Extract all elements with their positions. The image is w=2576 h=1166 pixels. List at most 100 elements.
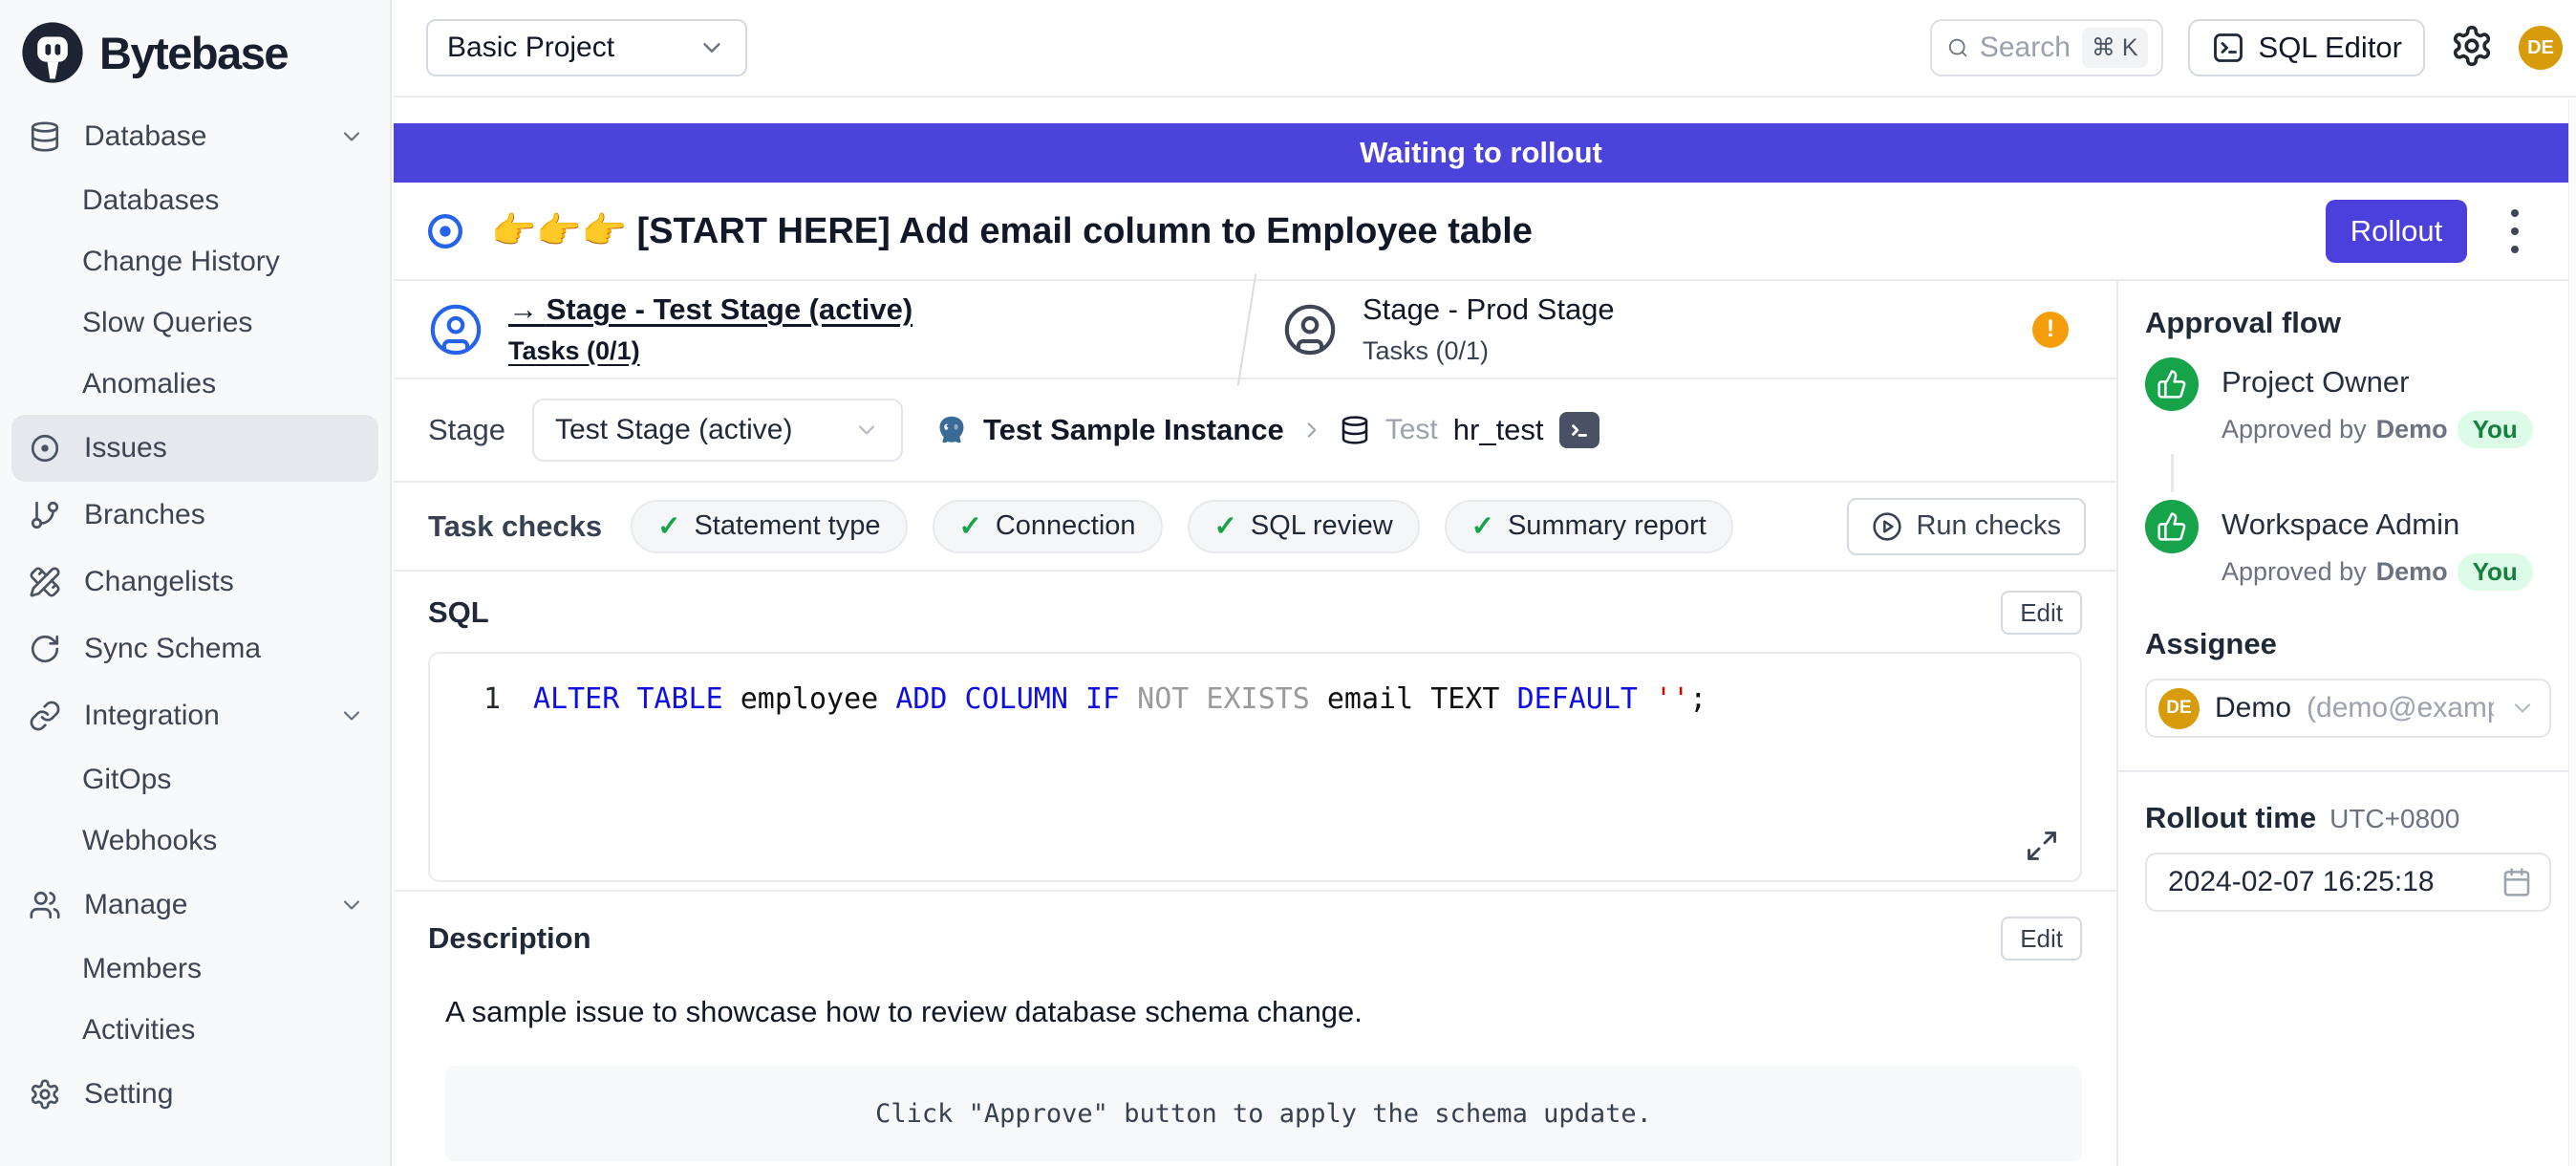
kebab-dot: [2511, 209, 2519, 217]
sidebar-item-sync-schema[interactable]: Sync Schema: [0, 615, 390, 682]
brand-name: Bytebase: [99, 27, 288, 79]
more-options-button[interactable]: [2494, 202, 2536, 261]
chevron-down-icon: [338, 892, 365, 918]
content-area: Waiting to rollout 👉👉👉 [START HERE] Add …: [394, 99, 2576, 1166]
sidebar-item-label: Database: [84, 120, 206, 153]
sql-section: SQL Edit 1ALTER TABLE employee ADD COLUM…: [394, 572, 2116, 892]
check-icon: ✓: [1214, 509, 1237, 543]
chevron-down-icon: [2509, 695, 2536, 722]
check-pill-connection[interactable]: ✓ Connection: [933, 500, 1163, 553]
sidebar-item-webhooks[interactable]: Webhooks: [0, 810, 390, 872]
status-banner-text: Waiting to rollout: [1360, 136, 1602, 170]
check-icon: ✓: [657, 509, 680, 543]
approval-flow-title: Approval flow: [2145, 306, 2551, 340]
circle-dot-icon: [29, 432, 61, 464]
sidebar-item-slow-queries[interactable]: Slow Queries: [0, 292, 390, 354]
stage-selector-row: Stage Test Stage (active) Test Sample In…: [394, 379, 2116, 483]
approver-name: Demo: [2376, 557, 2448, 587]
open-sql-editor-button[interactable]: [1559, 412, 1599, 448]
run-checks-button[interactable]: Run checks: [1847, 498, 2086, 555]
sidebar-item-activities[interactable]: Activities: [0, 1000, 390, 1061]
sql-edit-button[interactable]: Edit: [2001, 591, 2082, 635]
sidebar-item-database[interactable]: Database: [0, 103, 390, 170]
rollout-button[interactable]: Rollout: [2326, 200, 2467, 263]
chevron-right-icon: [1299, 418, 1324, 443]
calendar-icon: [2501, 867, 2532, 897]
postgresql-icon: [935, 414, 968, 446]
sidebar-item-setting[interactable]: Setting: [0, 1061, 390, 1128]
database-breadcrumb: Test Sample Instance Test hr_test: [935, 412, 1599, 448]
sidebar-item-integration[interactable]: Integration: [0, 682, 390, 749]
project-selector[interactable]: Basic Project: [426, 19, 747, 76]
sidebar-item-changelists[interactable]: Changelists: [0, 549, 390, 615]
stage-tabs: → Stage - Test Stage (active) Tasks (0/1…: [394, 281, 2116, 379]
approval-step-project-owner: Project Owner Approved by Demo You: [2145, 357, 2551, 448]
assignee-title: Assignee: [2145, 627, 2551, 661]
issue-header: 👉👉👉 [START HERE] Add email column to Emp…: [394, 183, 2568, 281]
sql-editor-button[interactable]: SQL Editor: [2188, 19, 2425, 76]
search-icon: [1947, 33, 1968, 62]
chevron-down-icon: [338, 123, 365, 150]
search-input[interactable]: Search ⌘ K: [1930, 19, 2163, 76]
sidebar-item-gitops[interactable]: GitOps: [0, 749, 390, 810]
sidebar-nav: Database Databases Change History Slow Q…: [0, 97, 390, 1128]
rollout-time-input[interactable]: 2024-02-07 16:25:18: [2145, 853, 2551, 912]
sidebar-item-label: Integration: [84, 700, 220, 732]
approver-name: Demo: [2376, 415, 2448, 444]
stage-tab-title: Stage - Prod Stage: [1363, 292, 1615, 327]
sidebar-item-label: Setting: [84, 1078, 173, 1111]
database-name[interactable]: hr_test: [1453, 413, 1544, 447]
sidebar-item-manage[interactable]: Manage: [0, 872, 390, 939]
search-placeholder: Search: [1980, 32, 2071, 64]
brand-logo[interactable]: Bytebase: [0, 0, 390, 97]
expand-editor-button[interactable]: [2025, 829, 2059, 863]
sidebar-item-members[interactable]: Members: [0, 939, 390, 1000]
environment-label: Test: [1385, 414, 1438, 446]
assignee-select[interactable]: DE Demo (demo@example: [2145, 679, 2551, 738]
settings-gear-button[interactable]: [2450, 24, 2494, 73]
assignee-email: (demo@example: [2307, 692, 2494, 724]
stage-tab-test[interactable]: → Stage - Test Stage (active) Tasks (0/1…: [394, 281, 1246, 378]
sql-editor[interactable]: 1ALTER TABLE employee ADD COLUMN IF NOT …: [428, 652, 2082, 882]
stage-selector-label: Stage: [428, 413, 505, 447]
sidebar-item-anomalies[interactable]: Anomalies: [0, 354, 390, 415]
users-icon: [29, 889, 61, 921]
check-pills: ✓ Statement type ✓ Connection ✓ SQL revi…: [631, 500, 1733, 553]
assignee-avatar: DE: [2158, 688, 2200, 729]
sidebar-item-change-history[interactable]: Change History: [0, 231, 390, 292]
description-note: Click "Approve" button to apply the sche…: [875, 1099, 1652, 1129]
check-pill-summary-report[interactable]: ✓ Summary report: [1445, 500, 1733, 553]
git-branch-icon: [29, 499, 61, 531]
you-badge: You: [2458, 411, 2533, 448]
stage-tab-prod[interactable]: Stage - Prod Stage Tasks (0/1) !: [1248, 281, 2116, 378]
issue-status-icon: [426, 212, 464, 250]
check-pill-statement-type[interactable]: ✓ Statement type: [631, 500, 907, 553]
user-avatar[interactable]: DE: [2519, 26, 2563, 70]
description-edit-button[interactable]: Edit: [2001, 917, 2082, 961]
instance-name[interactable]: Test Sample Instance: [983, 413, 1284, 447]
sidebar-item-databases[interactable]: Databases: [0, 170, 390, 231]
chevron-down-icon: [338, 702, 365, 729]
stage-tab-tasks: Tasks (0/1): [508, 336, 912, 366]
stage-tab-title: Stage - Test Stage (active): [547, 292, 913, 326]
play-circle-icon: [1872, 511, 1902, 542]
attention-badge: !: [2032, 312, 2069, 348]
sidebar-item-issues[interactable]: Issues: [11, 415, 378, 482]
sql-section-title: SQL: [428, 595, 489, 630]
task-checks-label: Task checks: [428, 509, 602, 544]
project-selector-value: Basic Project: [447, 32, 614, 64]
bytebase-logo-icon: [21, 21, 84, 84]
sidebar-item-label: Issues: [84, 432, 167, 464]
pencil-ruler-icon: [29, 566, 61, 598]
database-icon: [29, 120, 61, 153]
check-pill-sql-review[interactable]: ✓ SQL review: [1188, 500, 1420, 553]
gear-icon: [2450, 24, 2494, 68]
terminal-icon: [1567, 418, 1592, 443]
active-stage-arrow: →: [508, 292, 538, 326]
stage-select-dropdown[interactable]: Test Stage (active): [532, 399, 903, 462]
scrollbar-track[interactable]: [2568, 99, 2576, 1166]
line-number: 1: [478, 679, 501, 721]
sidebar-item-branches[interactable]: Branches: [0, 482, 390, 549]
check-icon: ✓: [959, 509, 982, 543]
rollout-time-title: Rollout time: [2145, 801, 2316, 835]
